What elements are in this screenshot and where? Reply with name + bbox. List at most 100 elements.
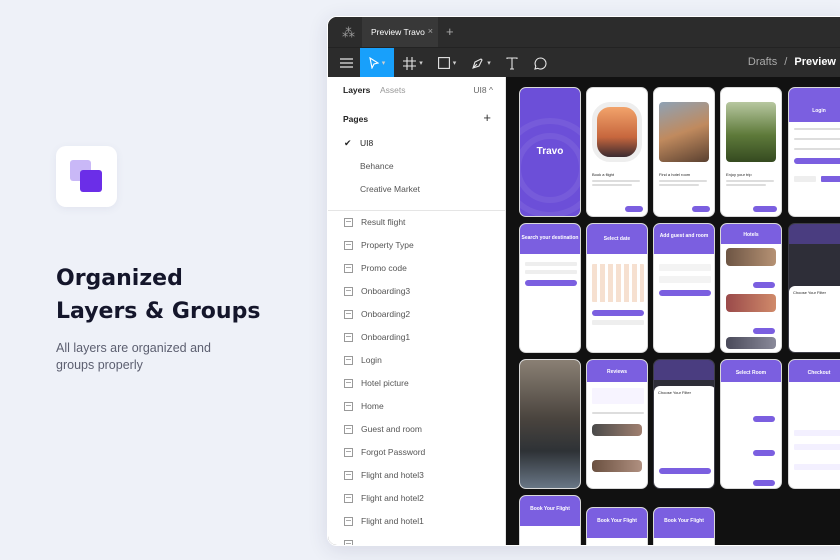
- layer-item[interactable]: Flight and hotel3: [344, 468, 424, 482]
- frame-login[interactable]: Login: [788, 87, 840, 217]
- move-tool-button[interactable]: ▾: [360, 48, 394, 78]
- frame-guest-room[interactable]: Add guest and room: [653, 223, 715, 353]
- frame-book-flight-3[interactable]: Book Your Flight: [653, 507, 715, 545]
- frame-image-icon: [344, 424, 353, 434]
- layer-label: Flight and hotel3: [361, 470, 424, 480]
- text-line: [592, 180, 640, 182]
- layer-label: Property Type: [361, 240, 414, 250]
- layer-item[interactable]: Login: [344, 353, 382, 367]
- layer-label: Hotel picture: [361, 378, 409, 388]
- frame-image-icon: [344, 309, 353, 319]
- chevron-down-icon: ▾: [487, 60, 491, 67]
- layer-item[interactable]: Onboarding3: [344, 284, 410, 298]
- frame-filter-reviews[interactable]: Choose Your Filter: [653, 359, 715, 489]
- layer-label: Flight and hotel2: [361, 493, 424, 503]
- logo-front-square: [80, 170, 102, 192]
- filter-title: Choose Your Filter: [658, 390, 691, 395]
- close-icon[interactable]: ×: [428, 26, 433, 36]
- layer-label: Promo code: [361, 263, 407, 273]
- breadcrumb-current[interactable]: Preview: [794, 56, 836, 68]
- rating-card: [592, 388, 644, 404]
- shape-tool-button[interactable]: ▾: [434, 48, 460, 78]
- layer-item[interactable]: Forgot Password: [344, 445, 425, 459]
- hotel-room-photo: [520, 360, 580, 488]
- chevron-down-icon: ▾: [452, 60, 457, 67]
- frame-onboarding-1[interactable]: Book a flight: [586, 87, 648, 217]
- page-item-ui8[interactable]: UI8: [360, 138, 373, 148]
- filter-title: Choose Your Filter: [793, 290, 826, 295]
- frame-book-flight-1[interactable]: Book Your Flight: [519, 495, 581, 545]
- frame-checkout[interactable]: Checkout: [788, 359, 840, 489]
- guest-header: Add guest and room: [654, 224, 714, 254]
- page-item-behance[interactable]: Behance: [360, 161, 394, 171]
- tab-assets[interactable]: Assets: [380, 85, 406, 95]
- text-tool-button[interactable]: [502, 48, 522, 78]
- breadcrumb: Drafts / Preview: [748, 56, 836, 68]
- breadcrumb-parent[interactable]: Drafts: [748, 56, 777, 68]
- layer-item[interactable]: Result flight: [344, 215, 405, 229]
- layer-item[interactable]: Onboarding2: [344, 307, 410, 321]
- layer-item[interactable]: Flight and hotel2: [344, 491, 424, 505]
- book-button: [753, 328, 775, 334]
- frame-image-icon: [344, 516, 353, 526]
- layer-item[interactable]: Onboarding1: [344, 330, 410, 344]
- onboarding-title: Book a flight: [592, 172, 615, 177]
- checkout-option: [794, 444, 840, 450]
- frame-reviews[interactable]: Reviews: [586, 359, 648, 489]
- frame-hotel-picture[interactable]: [519, 359, 581, 489]
- text-line: [659, 180, 707, 182]
- text-line: [659, 184, 699, 186]
- tab-layers[interactable]: Layers: [343, 85, 370, 95]
- frame-select-date[interactable]: Select date: [586, 223, 648, 353]
- design-canvas[interactable]: Travo Book a flight Find a hotel room En…: [506, 77, 840, 545]
- room-row: [659, 276, 711, 283]
- menu-icon[interactable]: [334, 48, 358, 78]
- book-flight-header: Book Your Flight: [520, 496, 580, 526]
- new-tab-icon[interactable]: +: [446, 24, 454, 39]
- room-header: Select Room: [721, 360, 781, 382]
- social-button: [794, 176, 816, 182]
- hotel-photo: [726, 294, 776, 312]
- headline-line-1: Organized: [56, 266, 183, 291]
- page-item-creative-market[interactable]: Creative Market: [360, 184, 420, 194]
- frame-search[interactable]: Search your destination: [519, 223, 581, 353]
- onboarding-title: Enjoy your trip: [726, 172, 752, 177]
- frame-hotels[interactable]: Hotels: [720, 223, 782, 353]
- onboarding-photo: [592, 102, 642, 162]
- next-button: [625, 206, 643, 212]
- frame-splash[interactable]: Travo: [519, 87, 581, 217]
- comment-tool-button[interactable]: [530, 48, 550, 78]
- hotel-photo: [726, 337, 776, 349]
- splash-ring: [520, 133, 580, 203]
- promo-subtext: All layers are organized and groups prop…: [56, 340, 256, 374]
- pen-tool-button[interactable]: ▾: [468, 48, 494, 78]
- checkout-option: [794, 430, 840, 436]
- layer-item[interactable]: Hotel picture: [344, 376, 409, 390]
- frame-filter-hotels[interactable]: Choose Your Filter: [788, 223, 840, 353]
- layer-item[interactable]: [344, 537, 361, 545]
- title-bar: ⁂ Preview Travo × +: [328, 17, 840, 47]
- layer-item[interactable]: Guest and room: [344, 422, 422, 436]
- layer-item[interactable]: Property Type: [344, 238, 414, 252]
- breadcrumb-separator: /: [784, 56, 788, 68]
- page-switcher[interactable]: UI8 ^: [473, 85, 493, 95]
- filter-header: [654, 360, 714, 380]
- panel-divider: [328, 210, 505, 211]
- frame-onboarding-2[interactable]: Find a hotel room: [653, 87, 715, 217]
- add-page-icon[interactable]: +: [483, 110, 491, 125]
- file-tab[interactable]: Preview Travo ×: [362, 17, 438, 47]
- layer-item[interactable]: Promo code: [344, 261, 407, 275]
- layer-item[interactable]: Home: [344, 399, 384, 413]
- layer-item[interactable]: Flight and hotel1: [344, 514, 424, 528]
- frame-onboarding-3[interactable]: Enjoy your trip: [720, 87, 782, 217]
- text-line: [726, 180, 774, 182]
- frame-tool-button[interactable]: ▾: [400, 48, 426, 78]
- hotels-header: Hotels: [721, 224, 781, 244]
- frame-book-flight-2[interactable]: Book Your Flight: [586, 507, 648, 545]
- figma-logo-icon[interactable]: ⁂: [342, 25, 355, 41]
- frame-select-room[interactable]: Select Room: [720, 359, 782, 489]
- layer-label: Home: [361, 401, 384, 411]
- frame-icon: [403, 56, 417, 70]
- panel-tabs: Layers Assets UI8 ^: [328, 77, 505, 100]
- rectangle-icon: [437, 57, 450, 69]
